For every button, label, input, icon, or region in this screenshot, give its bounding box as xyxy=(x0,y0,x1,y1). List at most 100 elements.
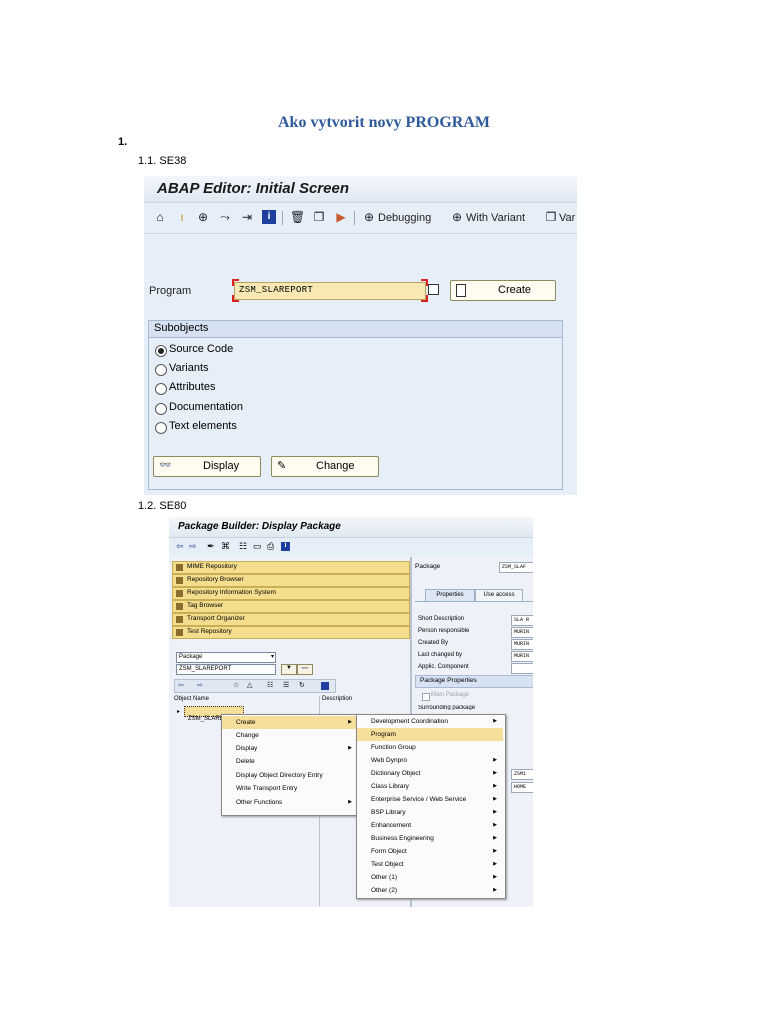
submenu-item-business-engineering[interactable]: Business Engineering ▶ xyxy=(357,832,503,845)
rename-icon[interactable]: ▶ xyxy=(334,210,348,224)
activate-icon[interactable]: ⊕ xyxy=(196,210,210,224)
program-input[interactable]: ZSM_SLAREPORT xyxy=(234,282,426,300)
test-icon xyxy=(176,629,183,636)
hierarchy-icon[interactable]: ☷ xyxy=(239,541,247,552)
radio-attributes[interactable] xyxy=(155,383,167,395)
radio-text-elements[interactable] xyxy=(155,422,167,434)
submenu-arrow-icon: ▶ xyxy=(493,718,497,724)
radio-variants[interactable] xyxy=(155,364,167,376)
delete-icon[interactable]: 🗑 xyxy=(290,210,305,224)
submenu-item-web-dynpro[interactable]: Web Dynpro ▶ xyxy=(357,754,503,767)
window-icon[interactable]: ▭ xyxy=(253,541,262,552)
tag-icon xyxy=(176,603,183,610)
menu-item-label: Other (1) xyxy=(371,874,398,881)
where-used-icon[interactable]: ⇥ xyxy=(240,210,254,224)
submenu-item-bsp-library[interactable]: BSP Library ▶ xyxy=(357,806,503,819)
document-title: Ako vytvorit novy PROGRAM xyxy=(278,114,490,131)
main-package-checkbox[interactable] xyxy=(422,693,430,701)
nav-test-repository[interactable]: Test Repository xyxy=(172,626,410,639)
forward-icon[interactable]: ⇨ xyxy=(197,681,203,689)
print-icon[interactable]: ⎙ xyxy=(267,541,274,552)
submenu-arrow-icon: ▶ xyxy=(493,874,497,880)
back-arrow-icon[interactable]: ⇦ xyxy=(176,541,184,552)
menu-item-create[interactable]: Create ▶ xyxy=(222,716,358,729)
submenu-item-other-1[interactable]: Other (1) ▶ xyxy=(357,871,503,884)
menu-item-label: Display xyxy=(236,745,258,752)
program-label: Program xyxy=(149,285,192,297)
radio-source-code[interactable] xyxy=(155,345,167,357)
menu-item-other-functions[interactable]: Other Functions ▶ xyxy=(222,796,358,809)
submenu-item-enterprise-service[interactable]: Enterprise Service / Web Service ▶ xyxy=(357,793,503,806)
variants-icon[interactable]: ❐ xyxy=(544,210,558,224)
menu-item-display-object-directory-entry[interactable]: Display Object Directory Entry xyxy=(222,769,358,782)
submenu-item-enhancement[interactable]: Enhancement ▶ xyxy=(357,819,503,832)
nav-repository-info-system[interactable]: Repository Information System xyxy=(172,587,410,600)
submenu-arrow-icon: ▶ xyxy=(493,848,497,854)
menu-item-label: Function Group xyxy=(371,744,416,751)
edit-icon[interactable]: ✒ xyxy=(207,541,215,552)
submenu-arrow-icon: ▶ xyxy=(493,757,497,763)
test-icon[interactable]: ⤳ xyxy=(218,210,232,224)
nav-mime-repository[interactable]: MIME Repository xyxy=(172,561,410,574)
nav-transport-organizer[interactable]: Transport Organizer xyxy=(172,613,410,626)
debugging-button[interactable]: Debugging xyxy=(378,212,431,224)
submenu-item-dictionary-object[interactable]: Dictionary Object ▶ xyxy=(357,767,503,780)
display-dropdown-button[interactable]: ▼ xyxy=(281,664,297,675)
submenu-item-function-group[interactable]: Function Group xyxy=(357,741,503,754)
variants-button[interactable]: Var xyxy=(559,212,575,224)
menu-item-label: Class Library xyxy=(371,783,409,790)
with-variant-icon[interactable]: ⊕ xyxy=(450,210,464,224)
display-button[interactable]: 👓 Display xyxy=(153,456,261,477)
object-type-dropdown[interactable]: Package ▾ xyxy=(176,652,276,663)
applic-component-field xyxy=(511,663,533,674)
submenu-item-other-2[interactable]: Other (2) ▶ xyxy=(357,884,503,897)
hierarchy-icon[interactable]: ☷ xyxy=(267,681,273,689)
radio-source-code-label: Source Code xyxy=(169,343,234,355)
radio-documentation[interactable] xyxy=(155,403,167,415)
glasses-icon[interactable]: 👓 xyxy=(297,664,313,675)
submenu-item-test-object[interactable]: Test Object ▶ xyxy=(357,858,503,871)
editor-toolbar: ⌂ ı ⊕ ⤳ ⇥ i 🗑 ❐ ▶ ⊕ Debugging ⊕ With Var… xyxy=(144,203,577,234)
menu-item-change[interactable]: Change xyxy=(222,729,358,742)
toolbar-separator xyxy=(282,211,283,225)
copy-icon[interactable]: ❐ xyxy=(312,210,326,224)
tree-expand-icon[interactable]: ▸ xyxy=(177,708,180,715)
object-name-input[interactable]: ZSM_SLAREPORT xyxy=(176,664,276,675)
menu-item-delete[interactable]: Delete xyxy=(222,755,358,768)
value-help-icon[interactable] xyxy=(428,284,439,295)
submenu-item-development-coordination[interactable]: Development Coordination ▶ xyxy=(357,715,503,728)
step-label-se80: 1.2. SE80 xyxy=(138,500,187,512)
debugging-icon[interactable]: ⊕ xyxy=(362,210,376,224)
last-changed-by-label: Last changed by xyxy=(418,652,463,658)
check-icon[interactable]: ı xyxy=(175,210,189,224)
nav-repository-browser[interactable]: Repository Browser xyxy=(172,574,410,587)
create-button[interactable]: Create xyxy=(450,280,556,301)
forward-arrow-icon[interactable]: ⇨ xyxy=(189,541,197,552)
other-object-icon[interactable]: ⌂ xyxy=(153,210,167,224)
info-icon[interactable]: i xyxy=(281,542,290,551)
menu-item-display[interactable]: Display ▶ xyxy=(222,742,358,755)
favorites-icon[interactable]: ☆ xyxy=(233,681,239,689)
submenu-item-class-library[interactable]: Class Library ▶ xyxy=(357,780,503,793)
create-submenu: Development Coordination ▶ Program Functi… xyxy=(356,714,506,899)
submenu-arrow-icon: ▶ xyxy=(493,887,497,893)
submenu-item-form-object[interactable]: Form Object ▶ xyxy=(357,845,503,858)
extra-field-1-value: ZSM1 xyxy=(514,771,527,777)
editor-window-title: ABAP Editor: Initial Screen xyxy=(157,180,349,197)
package-label: Package xyxy=(415,563,441,570)
short-description-value: SLA R xyxy=(514,617,530,623)
collapse-icon[interactable]: △ xyxy=(247,681,252,689)
back-icon[interactable]: ⇦ xyxy=(178,681,184,689)
with-variant-button[interactable]: With Variant xyxy=(466,212,525,224)
change-button[interactable]: ✎ Change xyxy=(271,456,379,477)
info-icon[interactable]: i xyxy=(262,210,276,224)
close-icon[interactable] xyxy=(321,682,329,690)
pencil-icon: ✎ xyxy=(277,460,287,472)
activate-icon[interactable]: ⌘ xyxy=(221,541,230,552)
list-icon[interactable]: ☰ xyxy=(283,681,289,689)
extra-field-2-value: HOME xyxy=(514,784,527,790)
nav-tag-browser[interactable]: Tag Browser xyxy=(172,600,410,613)
submenu-item-program[interactable]: Program xyxy=(357,728,503,741)
menu-item-write-transport-entry[interactable]: Write Transport Entry xyxy=(222,782,358,795)
refresh-icon[interactable]: ↻ xyxy=(299,681,305,689)
